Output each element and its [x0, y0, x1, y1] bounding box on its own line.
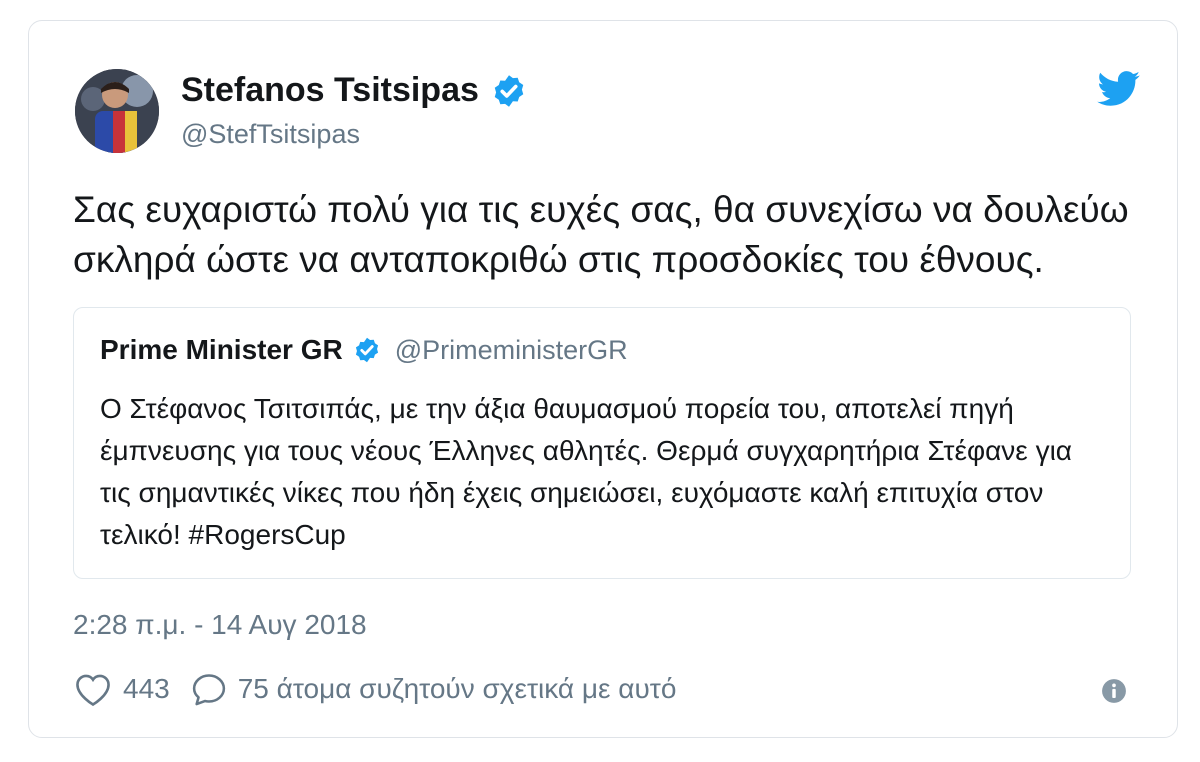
heart-icon [73, 671, 113, 707]
reply-count-text: 75 άτομα συζητούν σχετικά με αυτό [237, 673, 677, 704]
tweet-text: Σας ευχαριστώ πολύ για τις ευχές σας, θα… [73, 189, 1129, 280]
info-icon[interactable] [1101, 678, 1127, 704]
tweet-timestamp[interactable]: 2:28 π.μ. - 14 Αυγ 2018 [73, 609, 367, 641]
speech-bubble-icon [190, 671, 228, 707]
quoted-tweet[interactable]: Prime Minister GR @PrimeministerGR Ο Στέ… [73, 307, 1131, 579]
author-name[interactable]: Stefanos Tsitsipas [181, 71, 479, 110]
avatar-photo [75, 69, 159, 153]
quoted-author-name[interactable]: Prime Minister GR [100, 334, 343, 366]
quoted-author-handle[interactable]: @PrimeministerGR [395, 335, 628, 366]
quoted-tweet-text: Ο Στέφανος Τσιτσιπάς, με την άξια θαυμασ… [100, 393, 1072, 550]
author-name-row[interactable]: Stefanos Tsitsipas [181, 71, 527, 110]
like-button[interactable]: 443 [73, 671, 190, 707]
tweet-actions: 443 75 άτομα συζητούν σχετικά με αυτό [73, 671, 676, 707]
twitter-bird-icon[interactable] [1097, 71, 1141, 107]
author-avatar[interactable] [75, 69, 159, 153]
reply-button[interactable]: 75 άτομα συζητούν σχετικά με αυτό [190, 671, 677, 707]
embedded-tweet-card: Stefanos Tsitsipas @StefTsitsipas Σας ευ… [28, 20, 1178, 738]
like-count: 443 [123, 673, 170, 704]
verified-badge-icon [491, 73, 527, 109]
quoted-tweet-header: Prime Minister GR @PrimeministerGR [100, 334, 628, 366]
verified-badge-icon [353, 336, 381, 364]
author-handle[interactable]: @StefTsitsipas [181, 119, 360, 150]
